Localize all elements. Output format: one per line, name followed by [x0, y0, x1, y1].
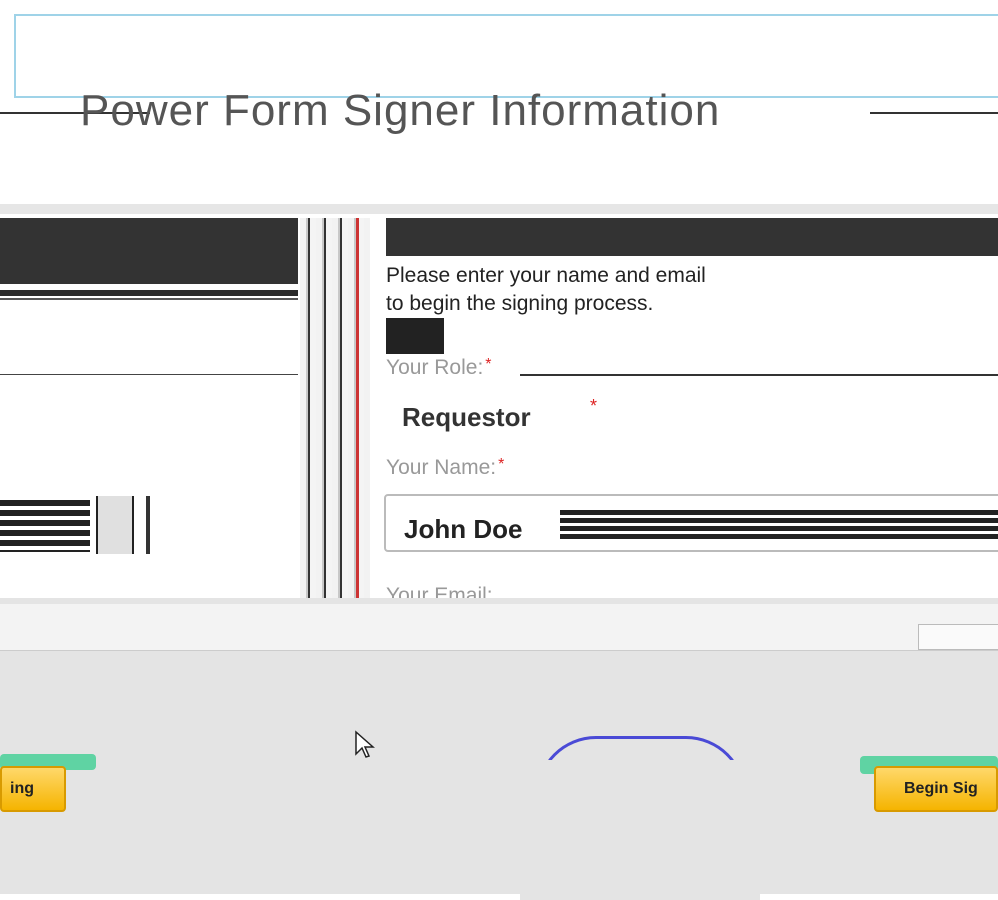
panel-splitter-handle[interactable]	[356, 218, 359, 598]
left-panel-field[interactable]	[0, 500, 90, 552]
form-intro: Please enter your name and email to begi…	[386, 262, 706, 318]
left-panel-divider	[0, 290, 298, 296]
left-panel-header	[0, 218, 298, 284]
left-panel-button[interactable]	[96, 496, 134, 554]
name-input[interactable]	[384, 494, 998, 552]
instruction-divider	[0, 204, 998, 214]
begin-signing-button[interactable]: ing	[0, 766, 66, 812]
dialog-tab[interactable]	[918, 624, 998, 650]
left-panel-divider	[0, 298, 298, 300]
role-divider	[520, 374, 998, 376]
left-panel-scrollbar[interactable]	[146, 496, 150, 554]
form-artifact-block	[386, 318, 444, 354]
form-header	[386, 218, 998, 256]
begin-signing-button[interactable]: Begin Sig	[874, 766, 998, 812]
mouse-cursor-icon	[355, 730, 375, 758]
dialog-header	[0, 604, 998, 651]
left-panel-divider	[0, 374, 298, 375]
dialog-body	[520, 760, 760, 900]
role-label: Your Role: *	[386, 356, 492, 379]
title-rule-right	[870, 112, 998, 114]
form-intro-line-2: to begin the signing process.	[386, 292, 654, 315]
page-title: Power Form Signer Information	[80, 86, 721, 135]
required-marker: *	[485, 356, 492, 373]
required-marker: *	[498, 456, 505, 473]
role-value: Requestor	[402, 402, 531, 432]
name-label: Your Name: *	[386, 456, 505, 479]
panel-splitter[interactable]	[300, 218, 370, 598]
form-intro-line-1: Please enter your name and email	[386, 264, 706, 287]
required-marker: *	[590, 396, 598, 416]
